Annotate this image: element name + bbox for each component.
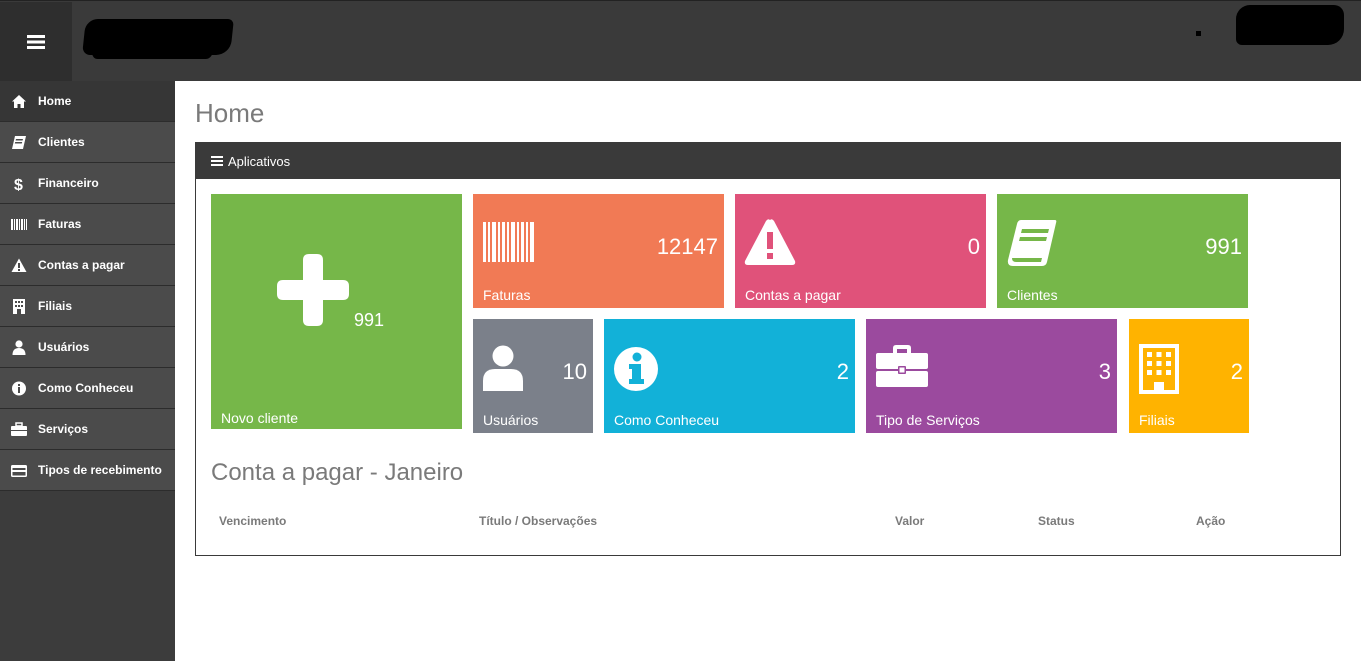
credit-card-icon	[10, 462, 28, 478]
sidebar-item-home[interactable]: Home	[0, 81, 175, 122]
info-icon	[10, 380, 28, 396]
bills-section-title: Conta a pagar - Janeiro	[211, 459, 464, 486]
panel-title: Aplicativos	[228, 153, 291, 169]
list-icon	[211, 156, 223, 166]
column-header-status[interactable]: Status	[1038, 514, 1075, 528]
tile-label: Usuários	[483, 412, 539, 428]
sidebar-item-contas-a-pagar[interactable]: Contas a pagar	[0, 245, 175, 286]
sidebar-item-filiais[interactable]: Filiais	[0, 286, 175, 327]
user-menu-dot	[1196, 31, 1201, 36]
tile-novo-cliente[interactable]: 991 Novo cliente	[211, 194, 462, 429]
panel-header: Aplicativos	[196, 143, 1340, 179]
menu-toggle-button[interactable]	[0, 2, 72, 82]
sidebar: Home Clientes $ Financeiro Faturas Conta…	[0, 81, 175, 661]
tile-usuarios[interactable]: 10 Usuários	[473, 319, 593, 433]
sidebar-item-faturas[interactable]: Faturas	[0, 204, 175, 245]
sidebar-item-label: Home	[38, 94, 72, 108]
tile-count: 12147	[656, 234, 718, 259]
tile-filiais[interactable]: 2 Filiais	[1129, 319, 1249, 433]
sidebar-item-label: Contas a pagar	[38, 258, 125, 272]
user-icon	[10, 339, 28, 355]
home-icon	[10, 93, 28, 109]
info-icon	[614, 347, 658, 391]
sidebar-item-label: Usuários	[38, 340, 90, 354]
sidebar-item-servicos[interactable]: Serviços	[0, 409, 175, 450]
tile-count: 2	[836, 359, 849, 384]
tile-label: Contas a pagar	[745, 287, 841, 303]
sidebar-item-label: Clientes	[38, 135, 85, 149]
warning-icon	[744, 219, 796, 265]
svg-text:$: $	[14, 177, 23, 191]
plus-icon	[277, 254, 349, 326]
tile-count: 991	[1205, 234, 1242, 259]
book-icon	[1007, 220, 1057, 266]
building-icon	[10, 298, 28, 314]
building-icon	[1139, 344, 1179, 394]
user-icon	[483, 345, 523, 391]
sidebar-item-label: Serviços	[38, 422, 89, 436]
barcode-icon	[483, 222, 534, 262]
tile-count: 10	[562, 359, 587, 384]
page-title: Home	[195, 98, 265, 128]
tile-como-conheceu[interactable]: 2 Como Conheceu	[604, 319, 855, 433]
column-header-vencimento[interactable]: Vencimento	[219, 514, 286, 528]
tile-tipo-de-servicos[interactable]: 3 Tipo de Serviços	[866, 319, 1117, 433]
tile-count: 2	[1230, 359, 1243, 384]
user-menu-redacted[interactable]	[1236, 5, 1344, 45]
tile-label: Clientes	[1007, 287, 1058, 303]
barcode-icon	[10, 216, 28, 232]
column-header-acao[interactable]: Ação	[1196, 514, 1225, 528]
column-header-titulo[interactable]: Título / Observações	[479, 514, 597, 528]
brand-logo-redacted	[82, 19, 234, 55]
briefcase-icon	[10, 421, 28, 437]
tile-label: Tipo de Serviços	[876, 412, 980, 428]
tile-count: 991	[354, 310, 385, 330]
sidebar-item-label: Faturas	[38, 217, 82, 231]
sidebar-item-label: Tipos de recebimento	[38, 463, 162, 477]
tile-clientes[interactable]: 991 Clientes	[997, 194, 1248, 308]
hamburger-icon	[27, 35, 45, 49]
sidebar-item-usuarios[interactable]: Usuários	[0, 327, 175, 368]
tile-count: 3	[1098, 359, 1111, 384]
tile-label: Novo cliente	[221, 410, 299, 426]
book-icon	[10, 134, 28, 150]
tile-label: Filiais	[1139, 412, 1175, 428]
tile-label: Como Conheceu	[614, 412, 720, 428]
tile-label: Faturas	[483, 287, 531, 303]
sidebar-item-tipos-de-recebimento[interactable]: Tipos de recebimento	[0, 450, 175, 491]
top-bar	[0, 0, 1361, 82]
sidebar-item-label: Como Conheceu	[38, 381, 134, 395]
tile-contas-a-pagar[interactable]: 0 Contas a pagar	[735, 194, 986, 308]
warning-icon	[10, 257, 28, 273]
sidebar-item-label: Financeiro	[38, 176, 99, 190]
dollar-icon: $	[10, 175, 28, 191]
column-header-valor[interactable]: Valor	[895, 514, 924, 528]
tile-count: 0	[967, 234, 980, 259]
sidebar-item-financeiro[interactable]: $ Financeiro	[0, 163, 175, 204]
sidebar-item-clientes[interactable]: Clientes	[0, 122, 175, 163]
briefcase-icon	[876, 345, 928, 387]
sidebar-item-como-conheceu[interactable]: Como Conheceu	[0, 368, 175, 409]
sidebar-item-label: Filiais	[38, 299, 73, 313]
tile-faturas[interactable]: 12147 Faturas	[473, 194, 724, 308]
